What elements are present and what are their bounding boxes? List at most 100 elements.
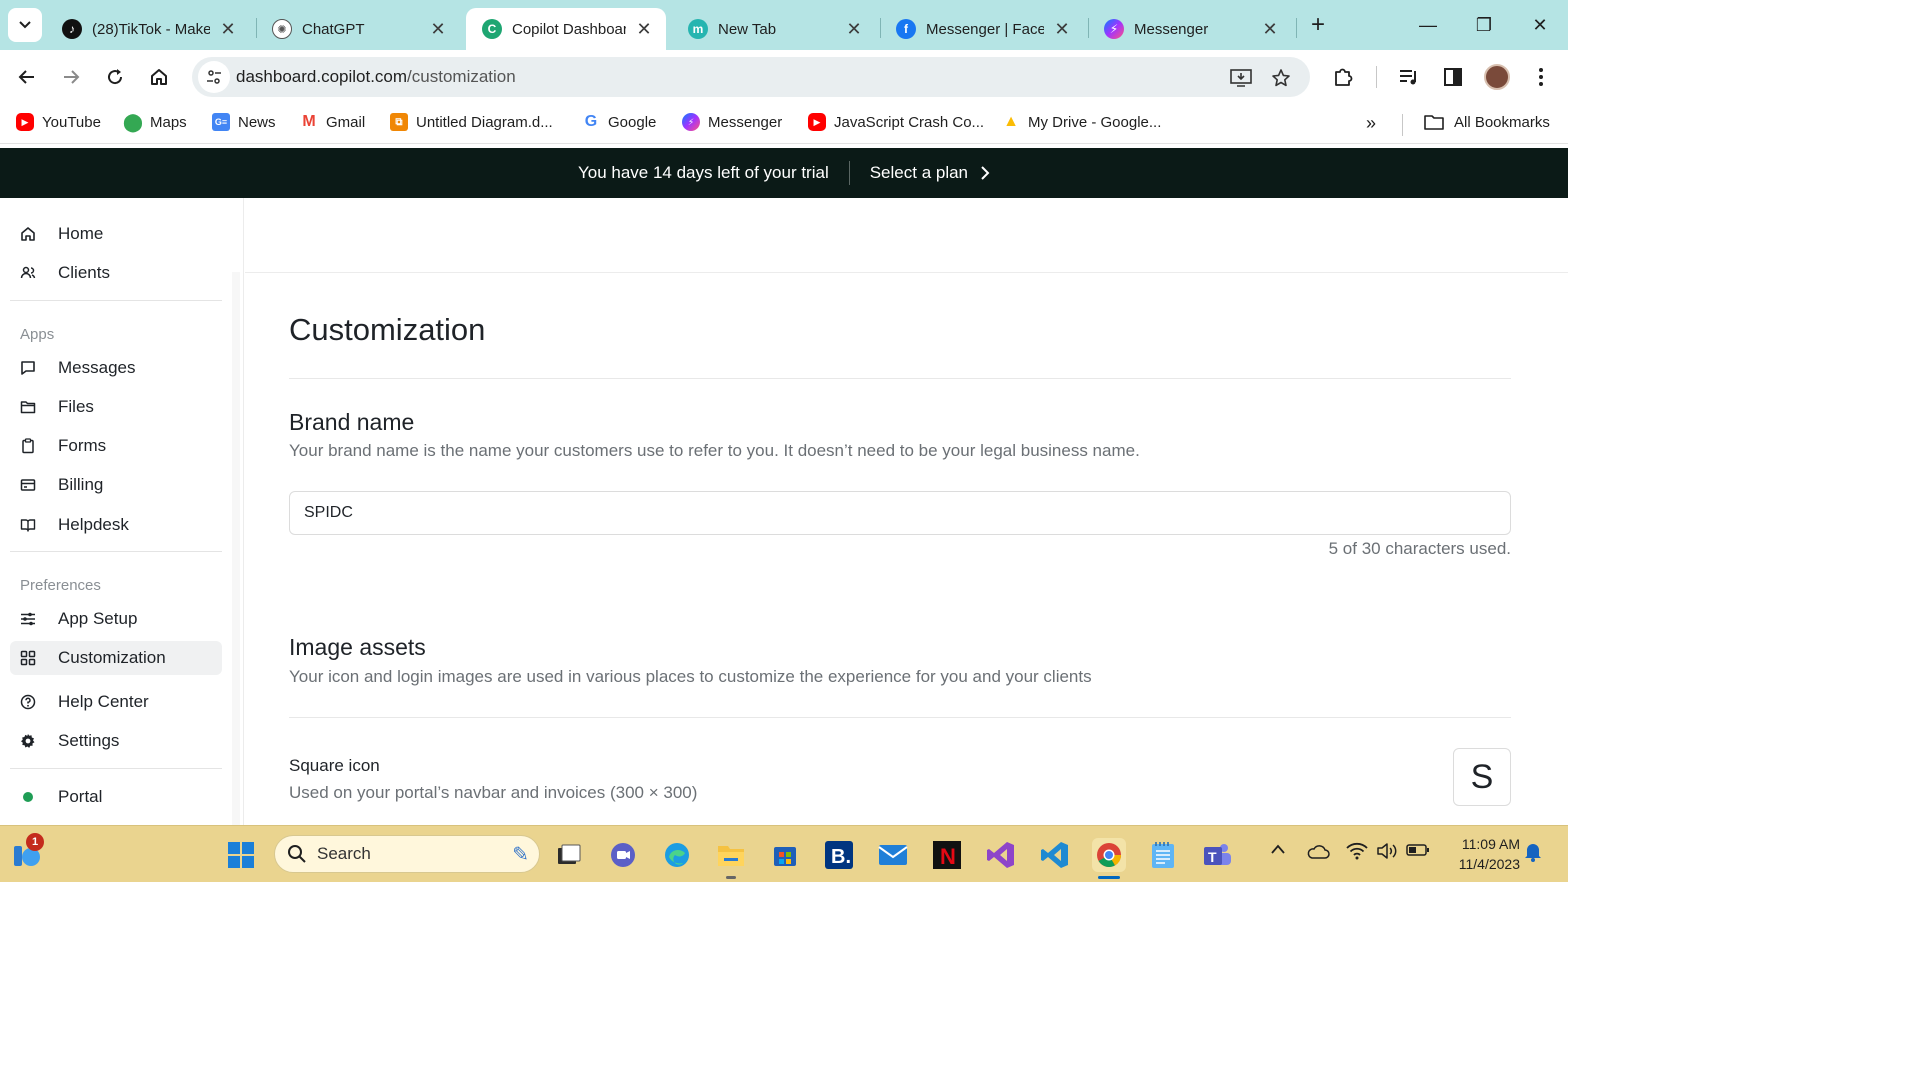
start-button[interactable]: [224, 838, 258, 872]
browser-tab-copilot[interactable]: C Copilot Dashboard ✕: [466, 8, 666, 50]
chevron-down-icon: [19, 21, 31, 29]
sidebar-item-files[interactable]: Files: [10, 390, 222, 424]
bookmark-javascript-crash-course[interactable]: ▶ JavaScript Crash Co...: [808, 113, 984, 131]
vscode-button[interactable]: [1038, 838, 1072, 872]
browser-tab-chatgpt[interactable]: ✺ ChatGPT ✕: [256, 8, 460, 50]
media-control-button[interactable]: [1394, 62, 1424, 92]
chrome-button[interactable]: [1092, 838, 1126, 872]
visual-studio-button[interactable]: [984, 838, 1018, 872]
sidebar-item-label: Files: [58, 397, 94, 416]
onedrive-button[interactable]: [1306, 844, 1330, 865]
task-view-button[interactable]: [552, 838, 586, 872]
window-close-button[interactable]: ✕: [1520, 10, 1560, 40]
file-explorer-button[interactable]: [714, 838, 748, 872]
teams-chat-button[interactable]: [606, 838, 640, 872]
sidebar-item-label: Customization: [58, 648, 166, 667]
star-icon: [1272, 69, 1290, 87]
bookmark-news[interactable]: G≡ News: [212, 113, 276, 131]
sidebar-item-forms[interactable]: Forms: [10, 429, 222, 463]
mail-button[interactable]: [876, 838, 910, 872]
close-icon[interactable]: ✕: [428, 19, 448, 40]
notifications-button[interactable]: [1524, 842, 1542, 867]
reload-button[interactable]: [98, 60, 132, 94]
browser-tab-messenger[interactable]: ⚡ Messenger ✕: [1088, 8, 1292, 50]
tab-search-button[interactable]: [8, 8, 42, 42]
bookmark-star-button[interactable]: [1268, 65, 1294, 91]
sidebar-item-messages[interactable]: Messages: [10, 351, 222, 385]
bookmark-my-drive[interactable]: ▲ My Drive - Google...: [1002, 113, 1161, 131]
netflix-icon: N: [933, 841, 961, 869]
square-icon-letter: S: [1470, 757, 1494, 796]
taskbar-clock[interactable]: 11:09 AM 11/4/2023: [1440, 834, 1520, 874]
close-icon[interactable]: ✕: [844, 19, 864, 40]
bookmark-untitled-diagram[interactable]: ⧉ Untitled Diagram.d...: [390, 113, 553, 131]
browser-tab-tiktok[interactable]: ♪ (28)TikTok - Make ✕: [46, 8, 250, 50]
bookmarks-bar: ▶ YouTube ⬤ Maps G≡ News M Gmail ⧉ Untit…: [0, 104, 1568, 144]
browser-tab-facebook-messenger[interactable]: f Messenger | Facebook ✕: [880, 8, 1084, 50]
brand-name-input[interactable]: SPIDC: [289, 491, 1511, 535]
tab-title: New Tab: [718, 20, 777, 38]
bookmark-gmail[interactable]: M Gmail: [300, 113, 365, 131]
gear-icon: [19, 732, 37, 750]
notepad-button[interactable]: [1146, 838, 1180, 872]
sidebar-item-help-center[interactable]: Help Center: [10, 685, 222, 719]
bookmark-maps[interactable]: ⬤ Maps: [123, 112, 187, 132]
extensions-button[interactable]: [1328, 62, 1358, 92]
section-divider: [289, 378, 1511, 379]
browser-tab-newtab[interactable]: m New Tab ✕: [672, 8, 876, 50]
close-icon[interactable]: ✕: [634, 19, 654, 40]
teams-button[interactable]: T: [1200, 838, 1234, 872]
bookmark-messenger[interactable]: ⚡ Messenger: [682, 113, 782, 131]
new-tab-button[interactable]: +: [1304, 12, 1332, 40]
select-plan-link[interactable]: Select a plan: [870, 163, 990, 183]
back-button[interactable]: [10, 60, 44, 94]
close-icon[interactable]: ✕: [1052, 19, 1072, 40]
more-bookmarks-button[interactable]: »: [1366, 113, 1376, 134]
main-content: Customization Brand name Your brand name…: [245, 198, 1568, 825]
forward-button[interactable]: [54, 60, 88, 94]
restore-button[interactable]: ❐: [1464, 10, 1504, 40]
booking-button[interactable]: B.: [822, 838, 856, 872]
netflix-button[interactable]: N: [930, 838, 964, 872]
edge-button[interactable]: [660, 838, 694, 872]
bookmark-label: JavaScript Crash Co...: [834, 113, 985, 131]
tab-title: Messenger | Facebook: [926, 20, 1044, 38]
banner-divider: [848, 161, 850, 185]
sidebar-item-settings[interactable]: Settings: [10, 724, 222, 758]
chat-icon: [611, 843, 635, 867]
battery-button[interactable]: [1406, 842, 1430, 863]
sidebar-item-app-setup[interactable]: App Setup: [10, 602, 222, 636]
site-settings-button[interactable]: [198, 61, 230, 93]
browser-menu-button[interactable]: [1526, 62, 1556, 92]
reload-icon: [108, 69, 123, 85]
bookmark-youtube[interactable]: ▶ YouTube: [16, 113, 101, 131]
side-panel-button[interactable]: [1438, 62, 1468, 92]
microsoft-store-button[interactable]: [768, 838, 802, 872]
profile-button[interactable]: [1482, 62, 1512, 92]
sidebar-item-portal[interactable]: Portal: [10, 780, 222, 814]
all-bookmarks-button[interactable]: All Bookmarks: [1424, 113, 1550, 131]
sidebar-item-helpdesk[interactable]: Helpdesk: [10, 508, 222, 542]
sidebar-item-customization[interactable]: Customization: [10, 641, 222, 675]
taskbar-search[interactable]: Search ✎: [274, 835, 540, 873]
messages-icon: [19, 359, 37, 377]
address-bar[interactable]: dashboard.copilot.com/customization: [192, 57, 1310, 97]
minimize-button[interactable]: —: [1408, 10, 1448, 40]
new-tab-icon: m: [688, 19, 708, 39]
show-hidden-icons-button[interactable]: [1270, 842, 1286, 860]
volume-button[interactable]: [1376, 842, 1398, 865]
chatgpt-icon: ✺: [272, 19, 292, 39]
sidebar-item-home[interactable]: Home: [10, 217, 222, 251]
install-app-button[interactable]: [1228, 65, 1254, 91]
square-icon-preview[interactable]: S: [1453, 748, 1511, 806]
sidebar-item-clients[interactable]: Clients: [10, 256, 222, 290]
wifi-button[interactable]: [1346, 842, 1368, 865]
bookmark-google[interactable]: G Google: [582, 113, 657, 131]
sidebar-item-billing[interactable]: Billing: [10, 468, 222, 502]
tab-title: Messenger: [1134, 20, 1209, 38]
teams-icon: T: [1204, 844, 1231, 865]
close-icon[interactable]: ✕: [1260, 19, 1280, 40]
home-button[interactable]: [142, 60, 176, 94]
close-icon[interactable]: ✕: [218, 19, 238, 40]
sidebar-scrollbar[interactable]: [232, 272, 240, 825]
